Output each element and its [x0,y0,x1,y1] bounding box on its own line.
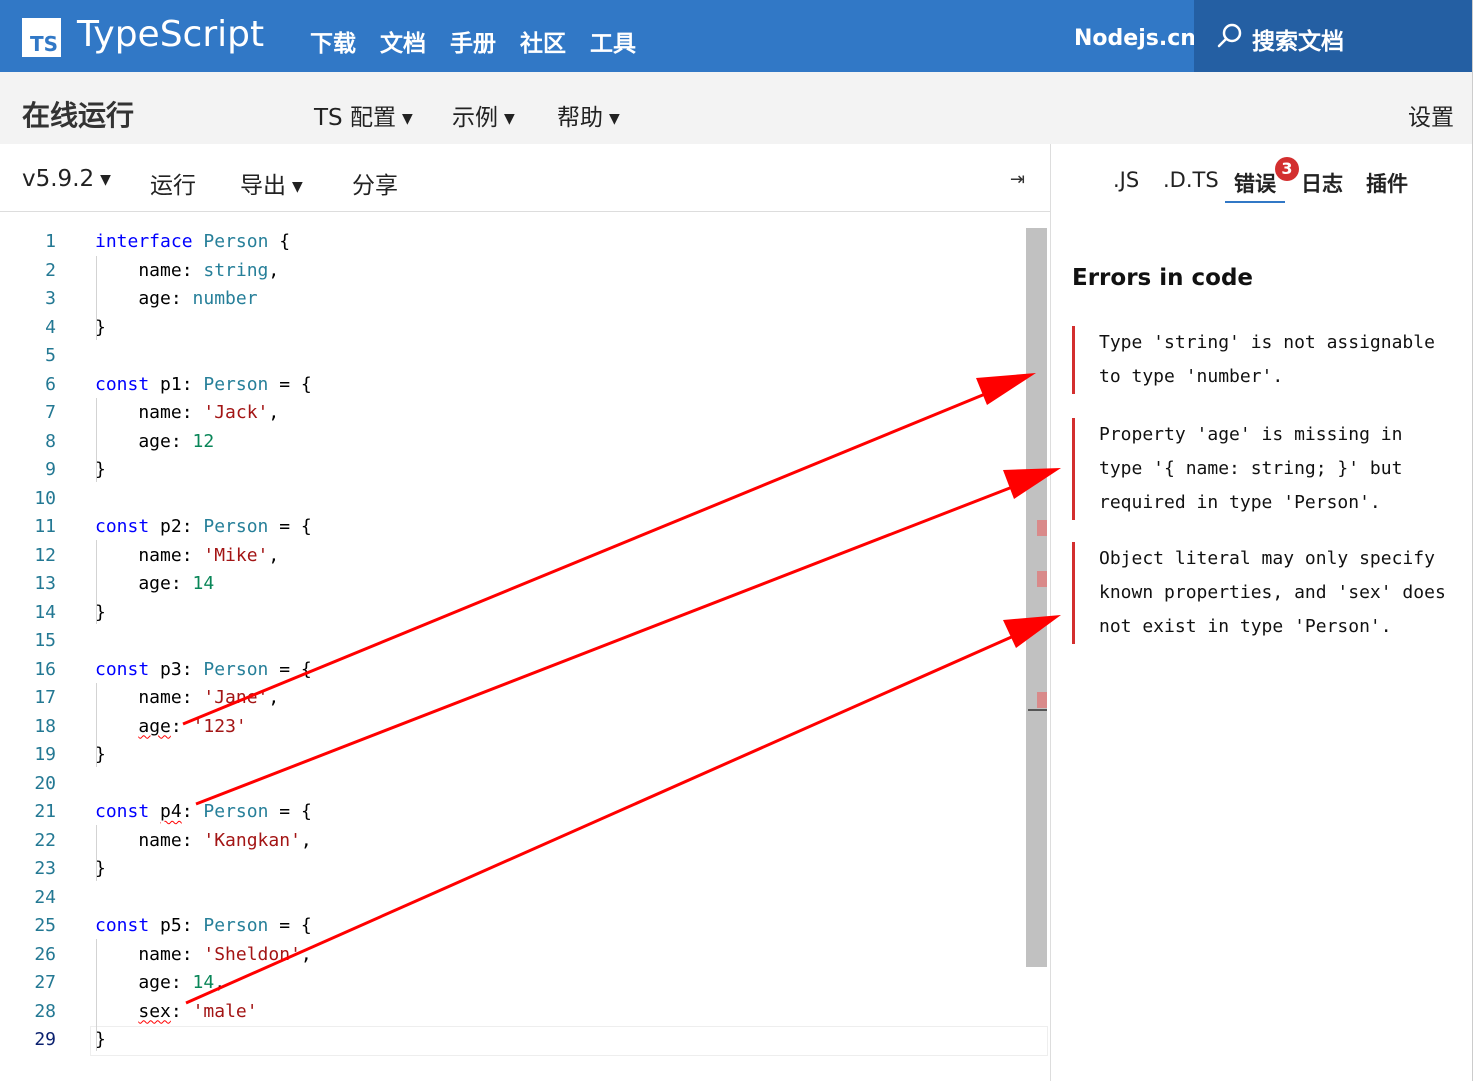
annotation-arrow [182,373,1036,726]
annotation-arrows [182,373,1061,1005]
annotation-arrow [185,615,1061,1005]
annotation-arrow [195,468,1061,806]
